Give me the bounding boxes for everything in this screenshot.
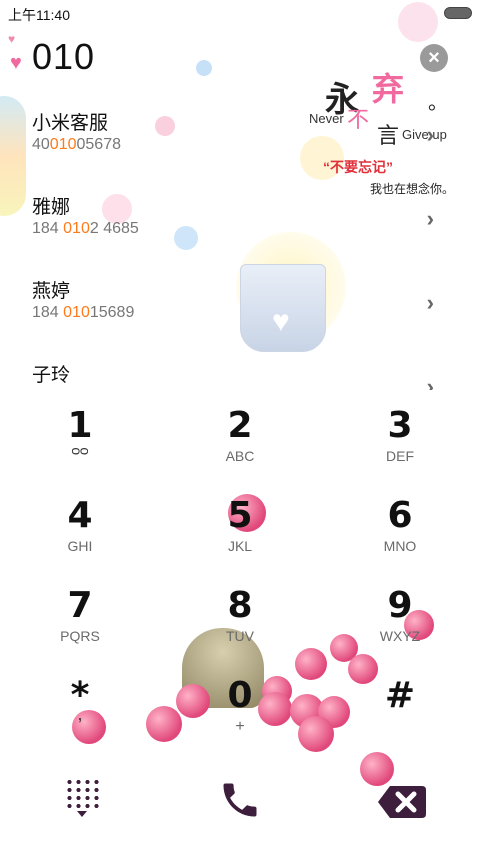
contact-name: 雅娜 [32,197,71,218]
key-letters: WXYZ [379,628,421,644]
contact-name: 子玲 [32,365,71,386]
heart-icon: ♥ [8,32,16,46]
key-digit: 1 [67,405,93,446]
key-0[interactable]: 0 + [160,674,320,764]
key-digit: 8 [227,585,253,626]
status-bar: 上午11:40 [0,0,480,26]
key-7[interactable]: 7 PQRS [0,584,160,674]
key-letters: TUV [226,628,254,644]
chevron-right-icon[interactable]: › [427,206,434,232]
contact-item[interactable]: 雅娜 184 0102 4685 › [0,192,480,272]
key-letters: DEF [386,448,414,464]
key-hash[interactable]: # [320,674,480,764]
keypad-toggle-button[interactable] [52,772,112,828]
close-icon: × [428,47,440,69]
key-8[interactable]: 8 TUV [160,584,320,674]
contact-item[interactable]: 小米客服 4001005678 › [0,108,480,188]
dialpad-icon [65,778,99,810]
key-digit: 0 [227,675,253,716]
key-6[interactable]: 6 MNO [320,494,480,584]
key-digit: 9 [387,585,413,626]
contact-name: 燕婷 [32,281,71,302]
key-2[interactable]: 2 ABC [160,404,320,494]
key-star[interactable]: * , [0,674,160,764]
key-digit: 2 [227,405,253,446]
decoration-text: 弃 [372,71,405,107]
contact-number: 4001005678 [32,136,121,153]
contact-name: 小米客服 [32,113,109,134]
key-3[interactable]: 3 DEF [320,404,480,494]
key-letters: GHI [67,538,93,554]
contact-number: 184 0102 4685 [32,220,139,237]
battery-icon [444,7,472,19]
contact-item[interactable]: 子玲 › [0,360,480,390]
chevron-right-icon[interactable]: › [427,374,434,390]
key-digit: 4 [67,495,93,536]
chevron-right-icon[interactable]: › [427,122,434,148]
bubble-decoration [196,60,212,76]
chevron-right-icon[interactable]: › [427,290,434,316]
heart-icon: ♥ [10,52,22,74]
key-digit: 3 [387,405,413,446]
backspace-icon [378,786,426,818]
key-9[interactable]: 9 WXYZ [320,584,480,674]
key-letters: JKL [227,538,253,554]
backspace-button[interactable] [372,772,432,828]
key-letters: PQRS [60,628,100,644]
key-letters: , [77,704,83,724]
phone-icon [223,783,257,817]
key-1[interactable]: 1 ᴑᴑ [0,404,160,494]
key-digit: 5 [227,495,253,536]
key-letters: + [235,718,245,735]
heart-icon: ♥ [272,305,290,338]
chevron-down-icon [77,811,87,817]
voicemail-icon: ᴑᴑ [71,442,89,458]
key-digit: 6 [387,495,413,536]
key-digit: 7 [67,585,93,626]
contact-number: 184 01015689 [32,304,135,321]
key-digit: # [384,675,416,716]
dial-number-input[interactable]: 010 [32,36,95,78]
call-button[interactable] [210,772,270,828]
key-letters: MNO [383,538,417,554]
key-letters: ABC [225,448,255,464]
key-4[interactable]: 4 GHI [0,494,160,584]
clear-button[interactable]: × [420,44,448,72]
status-time: 上午11:40 [8,7,70,23]
key-5[interactable]: 5 JKL [160,494,320,584]
